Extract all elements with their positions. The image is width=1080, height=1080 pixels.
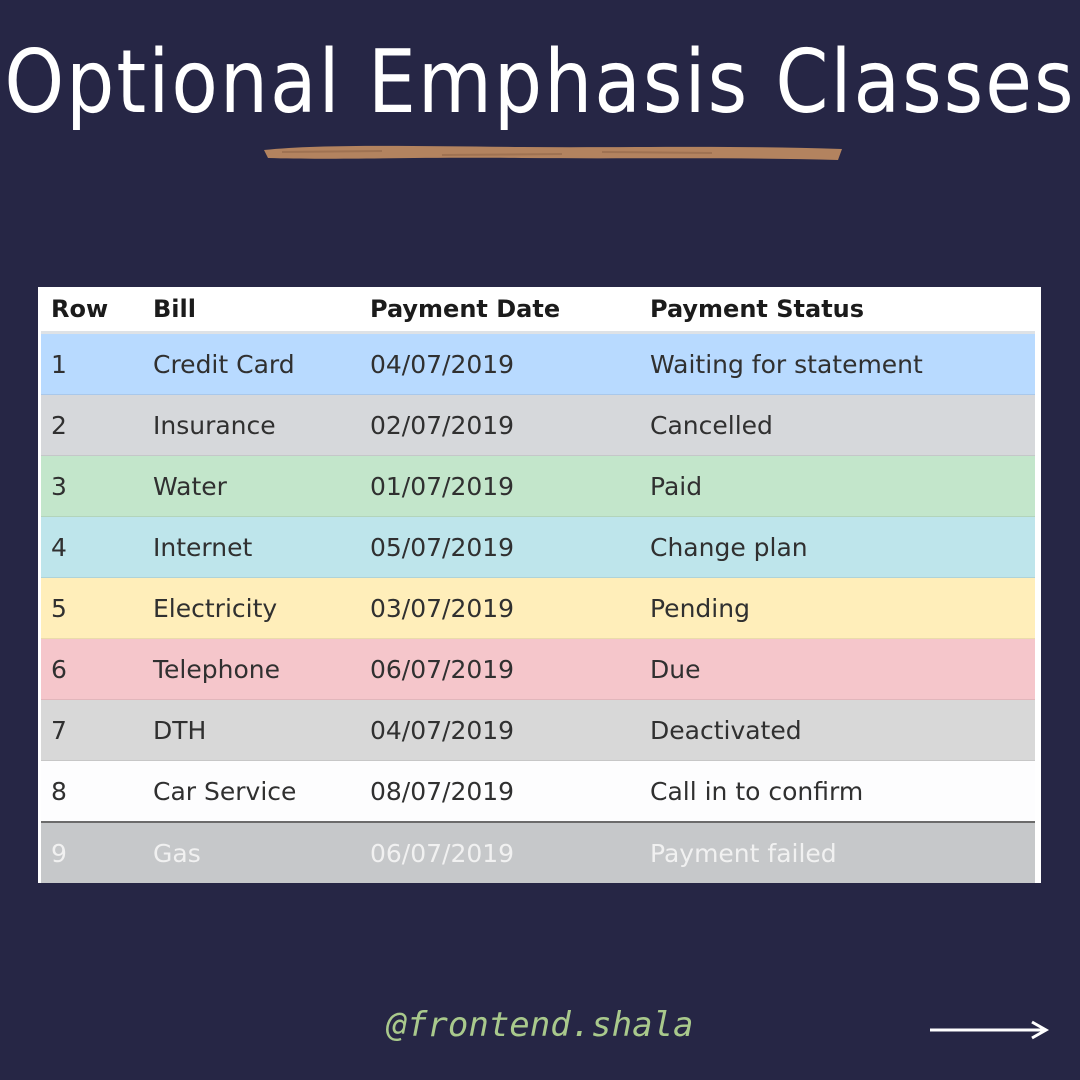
- cell-row: 7: [41, 699, 143, 761]
- cell-row: 3: [41, 455, 143, 517]
- cell-bill: Car Service: [143, 760, 360, 822]
- cell-bill: DTH: [143, 699, 360, 761]
- bills-table-card: Row Bill Payment Date Payment Status 1 Cr…: [38, 287, 1041, 883]
- table-row: 7 DTH 04/07/2019 Deactivated: [41, 699, 1035, 761]
- cell-payment-date: 04/07/2019: [360, 332, 640, 395]
- cell-bill: Electricity: [143, 577, 360, 639]
- cell-row: 5: [41, 577, 143, 639]
- table-row: 9 Gas 06/07/2019 Payment failed: [41, 821, 1035, 883]
- cell-payment-status: Call in to confirm: [640, 760, 1035, 822]
- cell-payment-status: Pending: [640, 577, 1035, 639]
- cell-payment-date: 06/07/2019: [360, 821, 640, 883]
- table-row: 5 Electricity 03/07/2019 Pending: [41, 577, 1035, 639]
- header-bill: Bill: [143, 287, 360, 334]
- cell-payment-date: 04/07/2019: [360, 699, 640, 761]
- cell-bill: Insurance: [143, 394, 360, 456]
- cell-bill: Credit Card: [143, 332, 360, 395]
- social-handle: @frontend.shala: [386, 1005, 694, 1045]
- header-payment-date: Payment Date: [360, 287, 640, 334]
- cell-bill: Gas: [143, 821, 360, 883]
- table-row: 3 Water 01/07/2019 Paid: [41, 455, 1035, 517]
- cell-payment-date: 06/07/2019: [360, 638, 640, 700]
- cell-row: 1: [41, 332, 143, 395]
- brush-underline: [264, 145, 842, 160]
- page-title: Optional Emphasis Classes: [4, 30, 1076, 133]
- cell-bill: Internet: [143, 516, 360, 578]
- cell-payment-status: Cancelled: [640, 394, 1035, 456]
- cell-payment-status: Deactivated: [640, 699, 1035, 761]
- cell-payment-status: Paid: [640, 455, 1035, 517]
- cell-payment-status: Payment failed: [640, 821, 1035, 883]
- cell-payment-date: 08/07/2019: [360, 760, 640, 822]
- cell-payment-status: Due: [640, 638, 1035, 700]
- cell-payment-date: 01/07/2019: [360, 455, 640, 517]
- cell-payment-date: 02/07/2019: [360, 394, 640, 456]
- table-row: 8 Car Service 08/07/2019 Call in to confirm: [41, 760, 1035, 822]
- cell-row: 9: [41, 821, 143, 883]
- table-row: 6 Telephone 06/07/2019 Due: [41, 638, 1035, 700]
- cell-row: 8: [41, 760, 143, 822]
- cell-row: 2: [41, 394, 143, 456]
- header-payment-status: Payment Status: [640, 287, 1035, 334]
- cell-bill: Telephone: [143, 638, 360, 700]
- cell-payment-status: Waiting for statement: [640, 332, 1035, 395]
- cell-row: 4: [41, 516, 143, 578]
- table-header-row: Row Bill Payment Date Payment Status: [41, 287, 1035, 334]
- arrow-right-icon[interactable]: [928, 1019, 1050, 1041]
- table-row: 1 Credit Card 04/07/2019 Waiting for statem…: [41, 332, 1035, 395]
- cell-row: 6: [41, 638, 143, 700]
- cell-payment-status: Change plan: [640, 516, 1035, 578]
- table-row: 2 Insurance 02/07/2019 Cancelled: [41, 394, 1035, 456]
- cell-payment-date: 05/07/2019: [360, 516, 640, 578]
- bills-table: Row Bill Payment Date Payment Status 1 Cr…: [41, 287, 1035, 883]
- header-row: Row: [41, 287, 143, 334]
- cell-payment-date: 03/07/2019: [360, 577, 640, 639]
- table-row: 4 Internet 05/07/2019 Change plan: [41, 516, 1035, 578]
- cell-bill: Water: [143, 455, 360, 517]
